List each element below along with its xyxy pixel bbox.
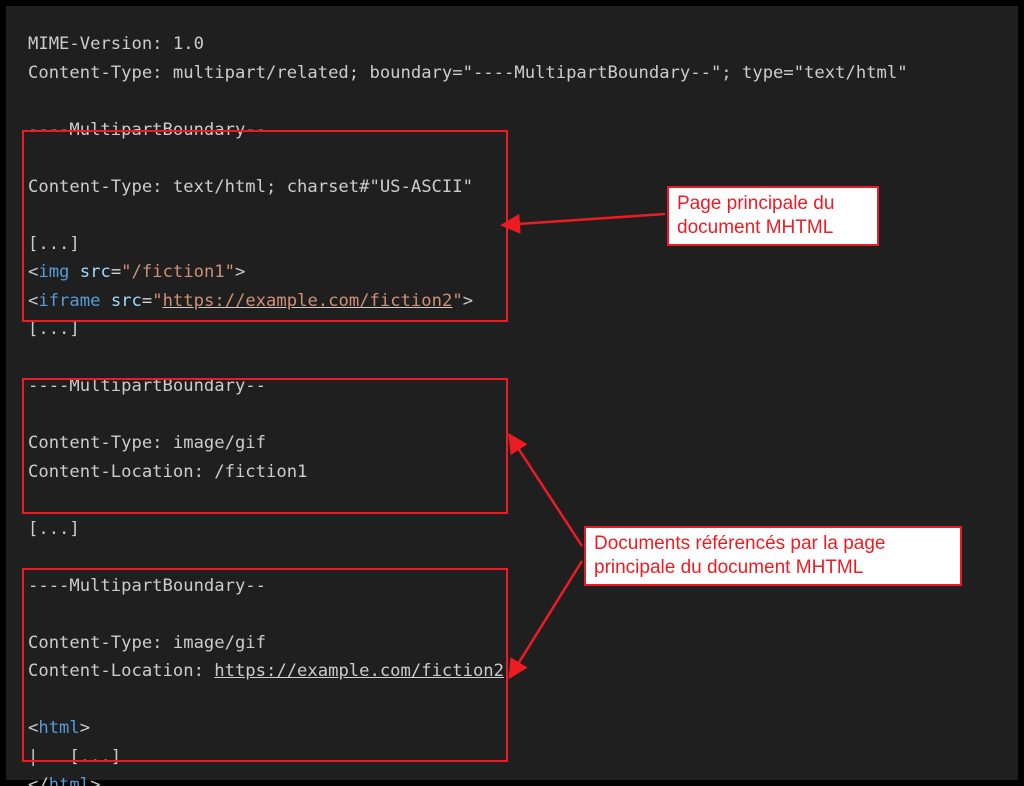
mime-version-line: MIME-Version: 1.0 [28, 34, 204, 54]
part2-ellipsis: [...] [28, 519, 80, 539]
diagram-canvas: MIME-Version: 1.0 Content-Type: multipar… [0, 0, 1024, 786]
highlight-box-main-page [22, 130, 508, 322]
callout-referenced-docs: Documents référencés par la page princip… [584, 526, 962, 586]
html-close-lt: </ [28, 775, 49, 786]
code-editor-panel: MIME-Version: 1.0 Content-Type: multipar… [6, 6, 1018, 780]
highlight-box-ref-doc-1 [22, 378, 508, 514]
part1-ellipsis-bot: [...] [28, 319, 80, 339]
callout-main-page: Page principale du document MHTML [667, 186, 879, 246]
highlight-box-ref-doc-2 [22, 568, 508, 762]
html-close-gt: > [90, 775, 100, 786]
html-close-name: html [49, 775, 90, 786]
content-type-line: Content-Type: multipart/related; boundar… [28, 63, 908, 83]
